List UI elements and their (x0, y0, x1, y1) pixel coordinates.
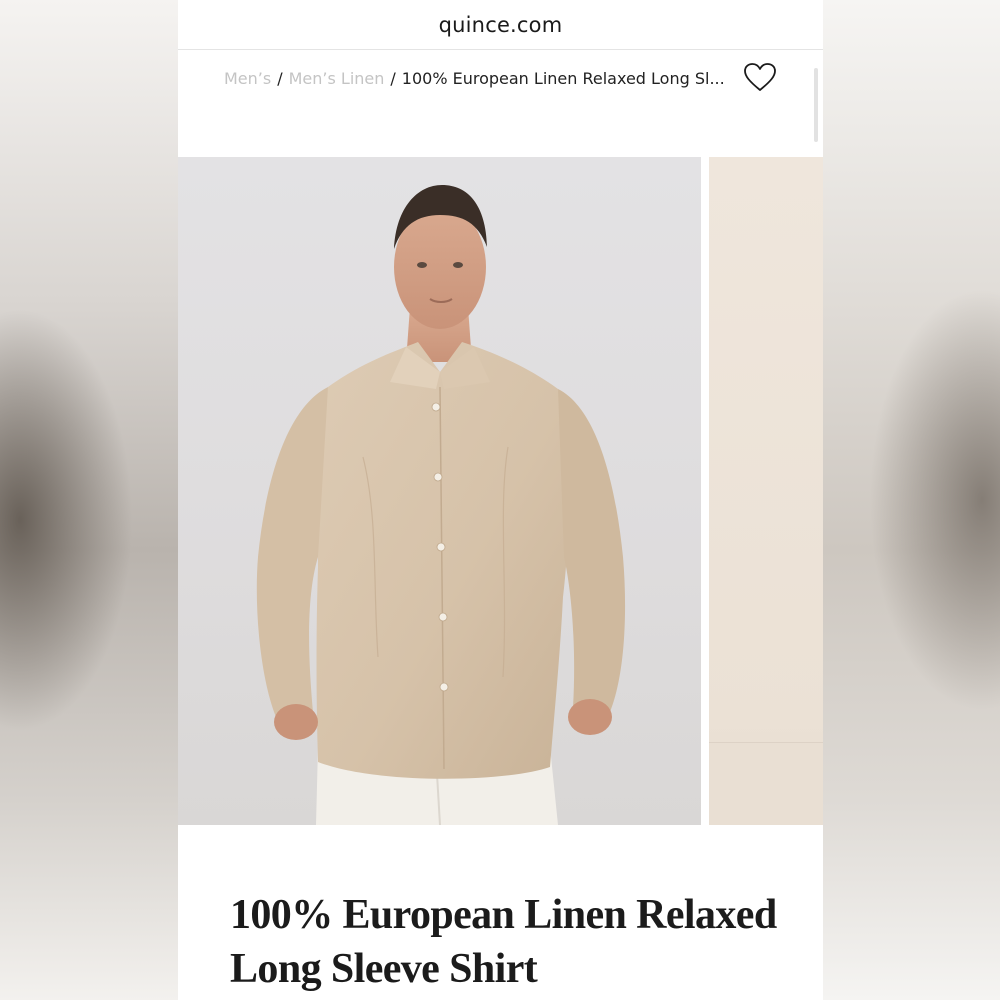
breadcrumb-area: Men’s / Men’s Linen / 100% European Linen Re… (178, 50, 823, 157)
mobile-browser-viewport: quince.com Men’s / Men’s Linen / 100% Europe… (178, 0, 823, 1000)
url-text: quince.com (438, 12, 563, 37)
breadcrumb-link-mens-linen[interactable]: Men’s Linen (289, 69, 385, 88)
wishlist-button[interactable] (742, 60, 778, 94)
scrollbar[interactable] (814, 68, 818, 142)
breadcrumb: Men’s / Men’s Linen / 100% European Linen Re… (224, 64, 734, 93)
breadcrumb-separator: / (277, 69, 283, 88)
product-photo-main[interactable] (178, 157, 701, 825)
product-title: 100% European Linen Relaxed Long Sleeve … (230, 892, 777, 992)
address-bar[interactable]: quince.com (178, 0, 823, 50)
breadcrumb-link-mens[interactable]: Men’s (224, 69, 271, 88)
product-photo-next[interactable] (709, 157, 823, 825)
background-blur-left (0, 0, 178, 1000)
breadcrumb-current: 100% European Linen Relaxed Long Sl... (401, 69, 725, 88)
breadcrumb-separator: / (390, 69, 396, 88)
product-image-gallery[interactable] (178, 157, 823, 825)
photo-floor-area (709, 742, 823, 825)
heart-outline-icon (744, 63, 776, 91)
background-blur-right (822, 0, 1000, 1000)
model-illustration (256, 185, 626, 825)
